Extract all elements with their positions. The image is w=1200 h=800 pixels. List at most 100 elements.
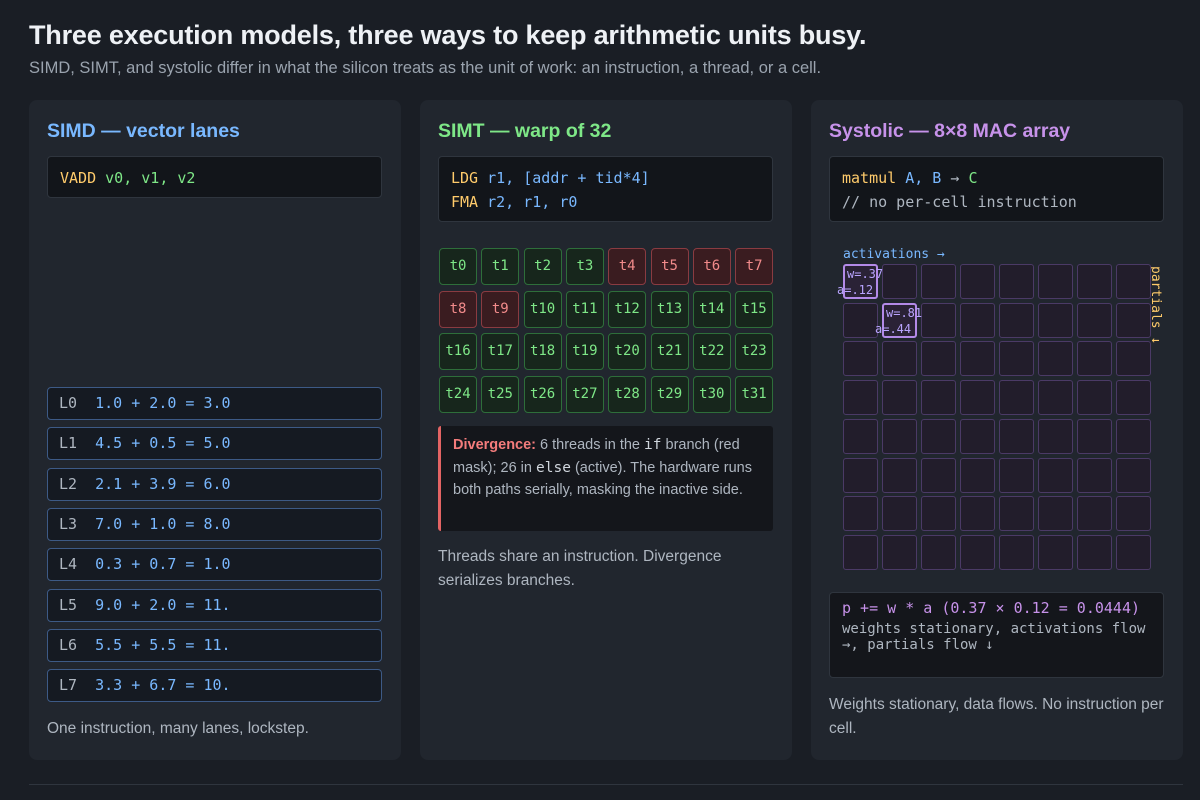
simt-opcode-ldg: LDG	[451, 169, 479, 187]
mac-cell	[843, 496, 878, 532]
thread-active: t19	[565, 333, 604, 370]
thread-active: t2	[523, 248, 562, 285]
thread-masked: t6	[692, 248, 731, 285]
mac-cell	[921, 418, 956, 454]
simt-ldg-reg: r1,	[478, 169, 524, 187]
thread-masked: t7	[735, 248, 774, 285]
mac-cell	[999, 380, 1034, 416]
systolic-opcode: matmul	[842, 169, 897, 187]
mac-cell	[1077, 418, 1112, 454]
lane-expression: 0.3 + 0.7 = 1.0	[95, 555, 231, 574]
simt-panel-title: SIMT — warp of 32	[438, 120, 612, 142]
mac-cell	[1038, 418, 1073, 454]
mac-cell	[1038, 264, 1073, 299]
thread-masked: t9	[481, 290, 520, 328]
thread-active: t0	[439, 248, 477, 285]
thread-active: t20	[608, 333, 647, 370]
simd-opcode: VADD	[60, 169, 97, 187]
lane-name: L3	[59, 514, 78, 533]
thread-active: t13	[650, 290, 689, 328]
cell-1-weight: w=.81	[886, 306, 923, 320]
mac-cell	[999, 534, 1034, 570]
lane-name: L6	[59, 635, 78, 654]
mac-cell	[1038, 496, 1073, 532]
mac-cell	[921, 380, 956, 416]
lane-expression: 5.5 + 5.5 = 11.	[95, 635, 231, 654]
thread-active: t16	[439, 333, 477, 370]
mac-cell	[882, 264, 917, 299]
divergence-heading: Divergence:	[453, 437, 537, 453]
mac-cell	[921, 496, 956, 532]
lane-name: L1	[59, 434, 78, 453]
mac-cell	[1116, 418, 1151, 454]
mac-cell	[960, 380, 995, 416]
mac-cell	[921, 264, 956, 299]
systolic-output: C	[968, 169, 978, 187]
thread-active: t30	[692, 375, 731, 413]
divergence-kw-if: if	[644, 437, 662, 453]
page-title: Three execution models, three ways to ke…	[29, 20, 867, 50]
divergence-kw-else: else	[536, 459, 571, 476]
lane-expression: 2.1 + 3.9 = 6.0	[95, 474, 231, 493]
thread-active: t28	[608, 375, 647, 413]
lane-expression: 1.0 + 2.0 = 3.0	[95, 394, 231, 412]
simd-code-block: VADD v0, v1, v2	[47, 156, 382, 198]
thread-active: t22	[692, 333, 731, 370]
mac-cell	[999, 457, 1034, 493]
lane-name: L0	[59, 394, 78, 412]
divergence-text-1: 6 threads in the	[536, 437, 645, 453]
lane-name: L5	[59, 595, 78, 614]
mac-cell	[1116, 341, 1151, 377]
thread-masked: t4	[608, 248, 647, 285]
thread-masked: t5	[650, 248, 689, 285]
thread-active: t24	[439, 375, 477, 413]
simd-lane: L2 2.1 + 3.9 = 6.0	[47, 467, 382, 501]
simt-ldg-addr: [addr + tid*4]	[523, 169, 650, 187]
simt-caption: Threads share an instruction. Divergence…	[438, 548, 722, 589]
mac-cell	[1038, 457, 1073, 493]
divergence-callout: Divergence: 6 threads in the if branch (…	[438, 426, 773, 531]
thread-active: t29	[650, 375, 689, 413]
mac-cell	[960, 457, 995, 493]
mac-cell	[843, 341, 878, 377]
mac-cell	[960, 418, 995, 454]
lane-expression: 7.0 + 1.0 = 8.0	[95, 514, 231, 533]
simt-opcode-fma: FMA	[451, 193, 479, 211]
simd-lane: L5 9.0 + 2.0 = 11.	[47, 588, 382, 622]
systolic-comment: // no per-cell instruction	[842, 193, 1077, 211]
mac-cell	[882, 457, 917, 493]
mac-cell	[960, 302, 995, 338]
thread-masked: t8	[439, 290, 477, 328]
lane-expression: 9.0 + 2.0 = 11.	[95, 595, 231, 614]
simd-operands: v0, v1, v2	[96, 169, 196, 187]
thread-active: t3	[565, 248, 604, 285]
mac-cell	[1077, 264, 1112, 299]
mac-cell	[882, 418, 917, 454]
thread-active: t23	[735, 333, 774, 370]
mac-cell	[1038, 534, 1073, 570]
simd-lane: L4 0.3 + 0.7 = 1.0	[47, 548, 382, 582]
thread-active: t21	[650, 333, 689, 370]
mac-cell	[1116, 380, 1151, 416]
simd-lane: L6 5.5 + 5.5 = 11.	[47, 628, 382, 662]
simd-caption: One instruction, many lanes, lockstep.	[47, 720, 309, 737]
mac-cell	[1077, 302, 1112, 338]
mac-cell	[1077, 341, 1112, 377]
mac-cell	[921, 302, 956, 338]
mac-cell	[843, 418, 878, 454]
thread-active: t1	[481, 248, 520, 285]
dataflow-note: weights stationary, activations flow →, …	[842, 621, 1146, 653]
mac-cell	[1038, 302, 1073, 338]
thread-active: t12	[608, 290, 647, 328]
thread-active: t17	[481, 333, 520, 370]
thread-active: t31	[735, 375, 774, 413]
thread-active: t15	[735, 290, 774, 328]
thread-active: t14	[692, 290, 731, 328]
thread-active: t25	[481, 375, 520, 413]
mac-cell	[1116, 302, 1151, 338]
mac-cell	[882, 496, 917, 532]
mac-cell	[1116, 457, 1151, 493]
mac-cell	[960, 264, 995, 299]
simd-lane: L1 4.5 + 0.5 = 5.0	[47, 427, 382, 461]
mac-cell	[1116, 264, 1151, 299]
